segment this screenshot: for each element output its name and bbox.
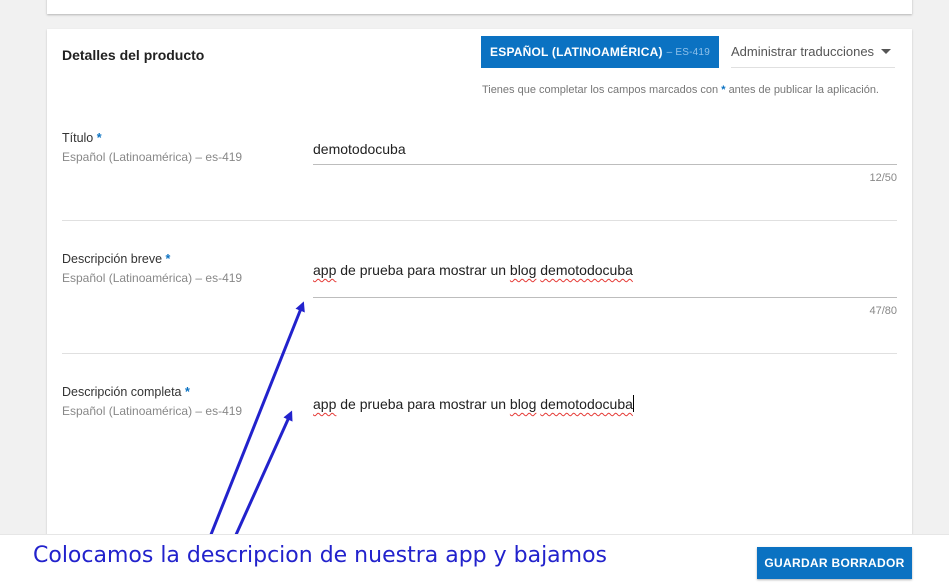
save-draft-button[interactable]: GUARDAR BORRADOR [757,547,912,579]
annotation-caption: Colocamos la descripcion de nuestra app … [33,543,608,568]
annotation-arrows [208,301,305,538]
bottom-action-bar: Colocamos la descripcion de nuestra app … [0,534,949,587]
annotation-arrow [233,410,293,538]
